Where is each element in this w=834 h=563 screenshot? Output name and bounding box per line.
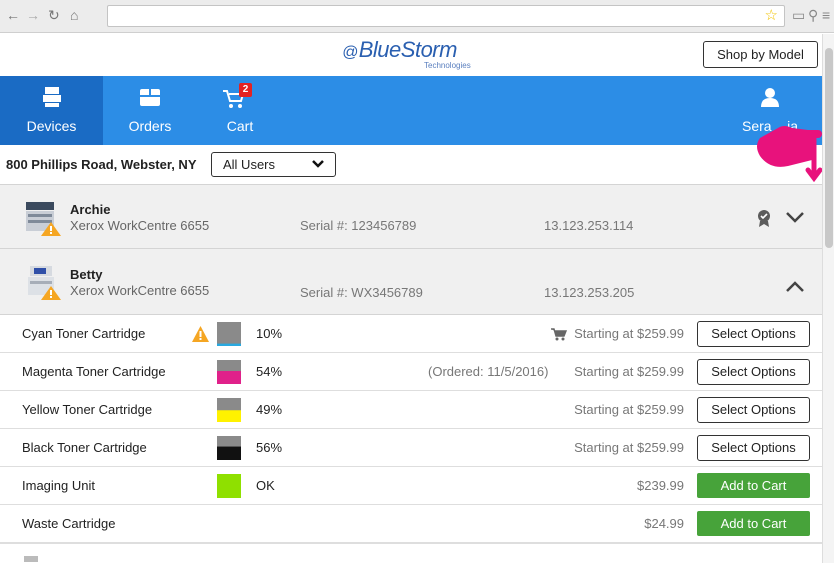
user-icon (761, 88, 779, 107)
device-model: Xerox WorkCentre 6655 (70, 218, 210, 233)
box-icon (140, 89, 160, 106)
supply-level: OK (256, 478, 275, 493)
nav-devices-label: Devices (26, 118, 77, 134)
nav-cart[interactable]: 2 Cart (197, 76, 283, 145)
supply-row: Imaging Unit OK $239.99 Add to Cart (0, 467, 822, 505)
browser-toolbar: ← → ↻ ⌂ ☆ ▭ ⚲ ≡ (0, 0, 834, 33)
supply-row: Black Toner Cartridge 56% Starting at $2… (0, 429, 822, 467)
address-bar[interactable]: ☆ (107, 5, 785, 27)
supply-row: Yellow Toner Cartridge 49% Starting at $… (0, 391, 822, 429)
supply-price: $24.99 (644, 516, 684, 531)
cart-icon (551, 328, 567, 341)
printer-icon (43, 87, 61, 107)
supply-row: Cyan Toner Cartridge 10% Starting at $25… (0, 315, 822, 353)
supply-name: Waste Cartridge (22, 516, 116, 531)
supply-name: Cyan Toner Cartridge (22, 326, 146, 341)
device-serial: Serial #: 123456789 (300, 218, 417, 233)
supply-ordered-date: (Ordered: 11/5/2016) (428, 364, 549, 379)
device-serial: Serial #: WX3456789 (300, 285, 423, 300)
device-name: Archie (70, 202, 111, 217)
supply-price: Starting at $259.99 (574, 402, 684, 417)
supply-name: Yellow Toner Cartridge (22, 402, 153, 417)
logo-subtext: Technologies (424, 61, 471, 70)
main-nav: Devices Orders 2 Cart Sera ia (0, 76, 822, 145)
supply-level: 49% (256, 402, 283, 417)
home-icon[interactable]: ⌂ (70, 7, 78, 23)
chevron-up-icon[interactable] (785, 279, 805, 295)
add-to-cart-button[interactable]: Add to Cart (697, 511, 810, 536)
device-row-betty[interactable]: Betty Xerox WorkCentre 6655 Serial #: WX… (0, 249, 822, 315)
supply-level: 56% (256, 440, 283, 455)
pointing-hand-icon (757, 126, 822, 182)
supply-price: Starting at $259.99 (574, 364, 684, 379)
nav-orders-label: Orders (128, 118, 172, 134)
cast-icon[interactable]: ▭ (792, 7, 805, 23)
printer-image-icon (24, 556, 38, 562)
users-select-value: All Users (223, 157, 276, 172)
printer-image-icon (26, 202, 61, 236)
forward-arrow-icon[interactable]: → (26, 7, 40, 23)
supply-price: Starting at $259.99 (574, 440, 684, 455)
logo-swirl-icon: @ (342, 44, 358, 61)
supply-name: Magenta Toner Cartridge (22, 364, 166, 379)
nav-devices[interactable]: Devices (0, 76, 103, 145)
back-arrow-icon[interactable]: ← (6, 7, 20, 23)
shop-by-model-button[interactable]: Shop by Model (703, 41, 818, 68)
chevron-down-icon[interactable] (785, 209, 805, 225)
add-to-cart-button[interactable]: Add to Cart (697, 473, 810, 498)
device-ip: 13.123.253.205 (544, 285, 635, 300)
supply-row: Waste Cartridge $24.99 Add to Cart (0, 505, 822, 543)
select-options-button[interactable]: Select Options (697, 435, 810, 461)
supply-price: $239.99 (637, 478, 684, 493)
bookmark-star-icon[interactable]: ☆ (765, 8, 778, 24)
nav-orders[interactable]: Orders (103, 76, 197, 145)
brand-logo[interactable]: @BlueStorm (342, 37, 457, 63)
device-row-archie[interactable]: Archie Xerox WorkCentre 6655 Serial #: 1… (0, 185, 822, 249)
supply-name: Imaging Unit (22, 478, 95, 493)
menu-icon[interactable]: ≡ (822, 7, 830, 23)
next-row-peek (0, 543, 822, 563)
device-ip: 13.123.253.114 (544, 218, 634, 233)
supply-row: Magenta Toner Cartridge 54% (Ordered: 11… (0, 353, 822, 391)
service-badge-icon (758, 210, 770, 227)
reload-icon[interactable]: ↻ (48, 7, 60, 23)
select-options-button[interactable]: Select Options (697, 397, 810, 423)
location-filter: 800 Phillips Road, Webster, NY All Users (0, 145, 822, 185)
device-model: Xerox WorkCentre 6655 (70, 283, 210, 298)
imaging-unit-swatch (217, 474, 241, 498)
select-options-button[interactable]: Select Options (697, 321, 810, 347)
site-header: @BlueStorm Technologies Shop by Model (0, 34, 822, 76)
toner-level-swatch (217, 436, 241, 460)
supply-price: Starting at $259.99 (574, 326, 684, 341)
scrollbar-thumb[interactable] (825, 48, 833, 248)
extension-icon[interactable]: ⚲ (808, 7, 818, 23)
printer-image-icon (28, 266, 61, 300)
location-address: 800 Phillips Road, Webster, NY (6, 157, 197, 172)
cart-icon-wrap: 2 (223, 83, 253, 109)
warning-icon (192, 326, 209, 342)
scrollbar[interactable] (822, 34, 834, 563)
toner-level-swatch (217, 322, 241, 346)
cart-count-badge: 2 (239, 83, 252, 97)
select-options-button[interactable]: Select Options (697, 359, 810, 385)
nav-cart-label: Cart (226, 118, 254, 134)
chevron-down-icon (312, 160, 324, 168)
supply-name: Black Toner Cartridge (22, 440, 147, 455)
device-name: Betty (70, 267, 103, 282)
supply-level: 54% (256, 364, 283, 379)
toner-level-swatch (217, 398, 241, 422)
supply-level: 10% (256, 326, 283, 341)
toner-level-swatch (217, 360, 241, 384)
users-select[interactable]: All Users (211, 152, 336, 177)
